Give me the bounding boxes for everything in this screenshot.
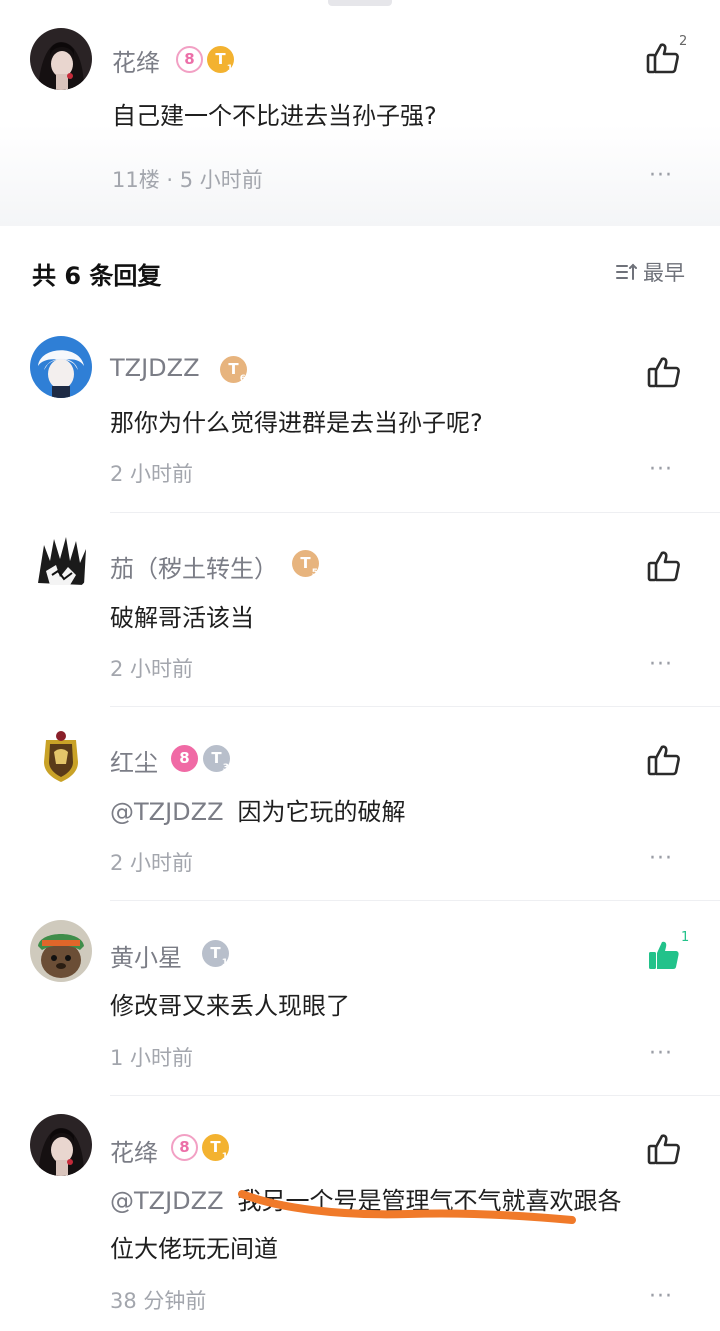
username[interactable]: 花绛 [112, 43, 160, 78]
reply-text-continued: 位大佬玩无间道 [110, 1235, 278, 1263]
like-icon[interactable] [645, 40, 681, 76]
main-comment-card: 花绛 8 T 1 2 自己建一个不比进去当孙子强? 11楼 · 5 小时前 ··… [0, 0, 720, 226]
tier-badge: T 5 [292, 550, 319, 578]
level-badge: 8 [171, 1134, 198, 1161]
level-badge: 8 [176, 46, 203, 73]
level-badge: 8 [171, 745, 198, 772]
tier-badge: T 1 [207, 46, 234, 74]
reply-meta: 38 分钟前 [110, 1289, 207, 1313]
tier-badge-level: 1 [226, 64, 233, 74]
tier-badge-letter: T [211, 749, 222, 767]
comment-meta: 11楼 · 5 小时前 [112, 168, 263, 192]
username[interactable]: 黄小星 [110, 938, 182, 973]
username[interactable]: 茄（秽土转生） [110, 549, 278, 584]
reply-meta: 2 小时前 [110, 462, 194, 486]
like-count: 1 [681, 930, 690, 945]
tier-badge-letter: T [215, 50, 226, 68]
avatar[interactable] [30, 1114, 92, 1176]
tier-badge: T 3 [203, 745, 230, 773]
username[interactable]: 花绛 [110, 1133, 158, 1168]
avatar[interactable] [30, 28, 92, 90]
like-icon[interactable] [646, 742, 682, 778]
more-options-icon[interactable]: ··· [649, 457, 673, 482]
more-options-icon[interactable]: ··· [649, 1284, 673, 1309]
tier-badge-level: 6 [239, 374, 246, 384]
reply-meta: 2 小时前 [110, 851, 194, 875]
tier-badge: T 1 [202, 940, 229, 968]
sort-icon [615, 262, 637, 287]
sort-button[interactable]: 最早 [615, 257, 685, 287]
reply-text: 那你为什么觉得进群是去当孙子呢? [110, 409, 483, 437]
like-count: 2 [679, 34, 688, 49]
tier-badge-level: 5 [311, 568, 318, 578]
mention-link[interactable]: @TZJDZZ [110, 1187, 224, 1215]
tier-badge: T 1 [202, 1134, 229, 1162]
more-options-icon[interactable]: ··· [649, 846, 673, 871]
like-icon-active[interactable] [646, 937, 682, 973]
drag-handle[interactable] [328, 0, 392, 6]
tier-badge-letter: T [210, 944, 221, 962]
tier-badge: T 6 [220, 356, 247, 384]
reply-meta: 2 小时前 [110, 657, 194, 681]
like-icon[interactable] [646, 548, 682, 584]
tier-badge-letter: T [210, 1138, 221, 1156]
tier-badge-level: 1 [221, 958, 228, 968]
divider [110, 706, 720, 707]
reply-text: @TZJDZZ 因为它玩的破解 [110, 792, 406, 832]
reply-text-body: 因为它玩的破解 [237, 798, 406, 826]
like-icon[interactable] [646, 1131, 682, 1167]
tier-badge-letter: T [228, 360, 239, 378]
tier-badge-level: 3 [222, 763, 229, 773]
tier-badge-letter: T [300, 554, 311, 572]
reply-meta: 1 小时前 [110, 1046, 194, 1070]
comment-text: 自己建一个不比进去当孙子强? [112, 102, 437, 130]
username[interactable]: TZJDZZ [110, 354, 200, 382]
sort-label: 最早 [643, 261, 685, 285]
username[interactable]: 红尘 [110, 743, 158, 778]
like-icon[interactable] [646, 354, 682, 390]
avatar[interactable] [30, 336, 92, 398]
more-options-icon[interactable]: ··· [649, 163, 673, 188]
divider [110, 512, 720, 513]
more-options-icon[interactable]: ··· [649, 1041, 673, 1066]
mention-link[interactable]: @TZJDZZ [110, 798, 224, 826]
divider [110, 900, 720, 901]
tier-badge-level: 1 [221, 1152, 228, 1162]
avatar[interactable] [30, 726, 92, 788]
replies-count-title: 共 6 条回复 [32, 262, 162, 290]
reply-text: 修改哥又来丢人现眼了 [110, 992, 350, 1020]
avatar[interactable] [30, 920, 92, 982]
hand-drawn-underline [238, 1190, 576, 1224]
more-options-icon[interactable]: ··· [649, 652, 673, 677]
avatar[interactable] [30, 531, 92, 593]
reply-text: 破解哥活该当 [110, 604, 254, 632]
divider [110, 1095, 720, 1096]
